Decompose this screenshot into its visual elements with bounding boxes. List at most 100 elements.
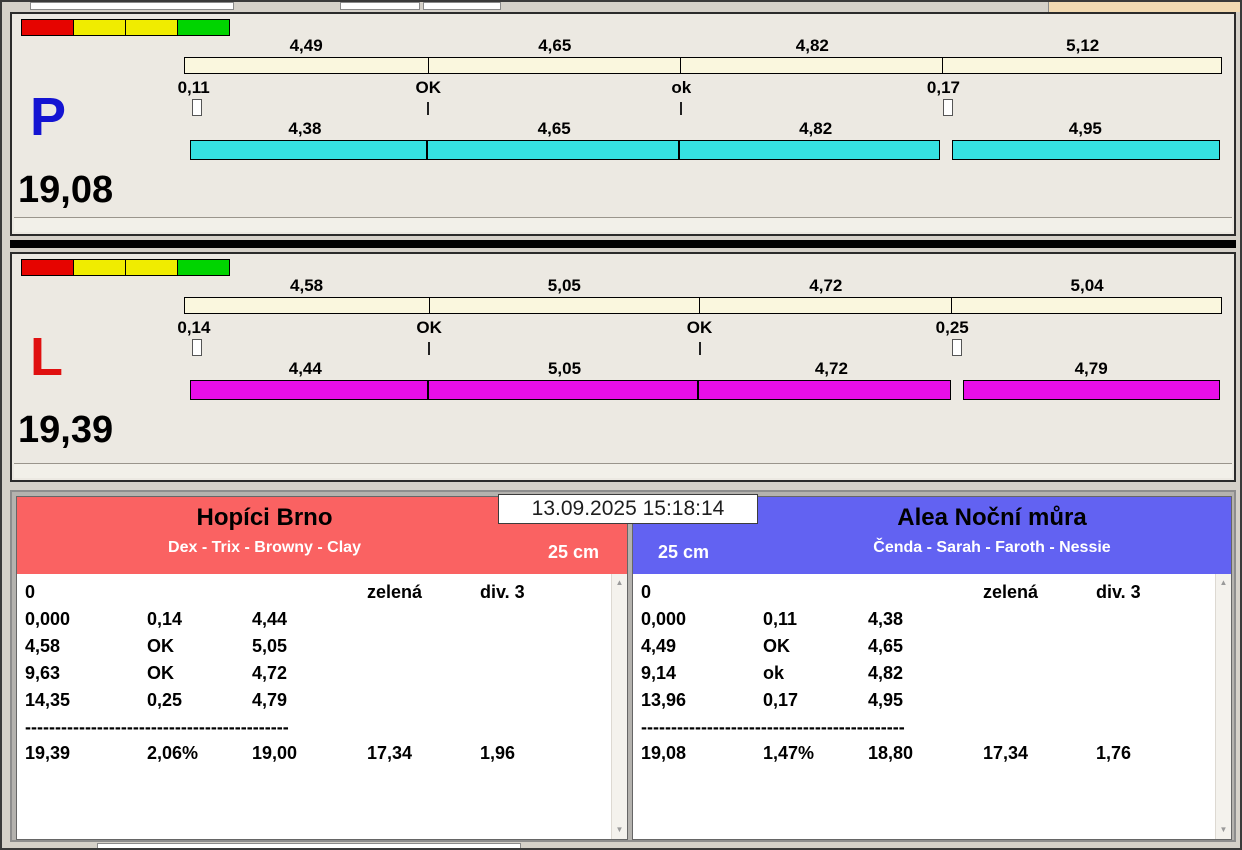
lane-status-strip [14, 217, 1232, 232]
split-time-bottom: 5,05 [547, 359, 582, 378]
progress-segment [427, 140, 679, 160]
progress-segment [698, 380, 952, 400]
change-indicators-row [184, 99, 1222, 118]
window-fragment [30, 2, 234, 10]
change-time-indicator [192, 99, 202, 116]
result-cell: 2,06% [147, 743, 199, 763]
team-panel-right: Alea Noční můra Čenda - Sarah - Faroth -… [632, 496, 1232, 840]
result-cell: 1,47% [763, 743, 815, 763]
change-time-indicator [952, 339, 963, 356]
result-cell [983, 609, 1096, 636]
change-time-indicator [943, 99, 954, 116]
split-time-top: 5,12 [1066, 36, 1100, 55]
lane-progress-bar [190, 140, 1220, 160]
lane-divider [10, 240, 1236, 248]
start-light-green [177, 259, 230, 276]
scroll-down-icon[interactable]: ▼ [1216, 823, 1231, 837]
lane-panel-p: P 4,49 4,65 4,82 5,12 0,11 OK ok 0,17 4,38 4,65… [10, 12, 1236, 236]
result-cell: zelená [367, 582, 423, 602]
result-row: 4,49 OK 4,65 [641, 636, 1207, 663]
window-fragment [97, 843, 521, 848]
change-marks-row: 0,11 OK ok 0,17 [178, 78, 1222, 97]
change-mark: 0,14 [177, 318, 211, 337]
result-row: 0 zelená div. 3 [25, 582, 603, 609]
vertical-scrollbar[interactable]: ▲ ▼ [611, 574, 627, 839]
ok-tick-icon [427, 102, 430, 115]
progress-segment [190, 140, 428, 160]
split-time-bottom: 4,44 [288, 359, 322, 378]
result-cell [983, 636, 1096, 663]
separator-line: ----------------------------------------… [641, 717, 905, 737]
lane-letter: L [30, 327, 63, 387]
scale-segment [185, 298, 430, 313]
result-cell: OK [763, 636, 790, 656]
scroll-down-icon[interactable]: ▼ [612, 823, 627, 837]
team-panel-left: Hopíci Brno Dex - Trix - Browny - Clay 2… [16, 496, 628, 840]
result-cell: 13,96 [641, 690, 687, 710]
start-light-yellow-2 [125, 19, 178, 36]
start-light-red [21, 19, 74, 36]
scale-segment [185, 58, 429, 73]
change-indicators-row [184, 339, 1222, 358]
result-cell: 0 [25, 582, 36, 602]
team-results-area[interactable]: 0 zelená div. 3 0,000 0,14 4,44 4,58 OK 5,05 9,63… [17, 574, 627, 839]
result-cell [252, 582, 367, 609]
result-cell [367, 663, 480, 690]
result-row: 0,000 0,14 4,44 [25, 609, 603, 636]
scroll-up-icon[interactable]: ▲ [612, 576, 627, 590]
results-section: Hopíci Brno Dex - Trix - Browny - Clay 2… [10, 490, 1236, 842]
scroll-up-icon[interactable]: ▲ [1216, 576, 1231, 590]
change-mark: 0,25 [935, 318, 969, 337]
split-time-top: 4,58 [290, 276, 324, 295]
split-time-bottom: 4,95 [1068, 119, 1102, 138]
change-mark: OK [686, 318, 713, 337]
start-lights [21, 19, 230, 36]
result-row: 14,35 0,25 4,79 [25, 690, 603, 717]
separator-line: ----------------------------------------… [25, 717, 289, 737]
result-cell [1096, 609, 1207, 636]
result-cell: 17,34 [983, 743, 1029, 763]
result-cell: 18,80 [868, 743, 914, 763]
start-lights [21, 259, 230, 276]
progress-segment [427, 380, 699, 400]
result-row: 0 zelená div. 3 [641, 582, 1207, 609]
split-time-top: 5,04 [1070, 276, 1104, 295]
results-rows: 0 zelená div. 3 0,000 0,14 4,44 4,58 OK 5,05 9,63… [17, 574, 627, 770]
result-cell: 0,25 [147, 690, 183, 710]
start-light-yellow-1 [73, 19, 126, 36]
result-row: 9,63 OK 4,72 [25, 663, 603, 690]
result-cell: 9,63 [25, 663, 61, 683]
total-row: 19,08 1,47% 18,80 17,34 1,76 [641, 743, 1207, 770]
progress-segment [678, 140, 940, 160]
result-cell [1096, 663, 1207, 690]
result-cell [367, 636, 480, 663]
split-time-bottom: 4,79 [1074, 359, 1108, 378]
result-cell: zelená [983, 582, 1039, 602]
progress-segment [963, 380, 1220, 400]
result-cell: OK [147, 636, 174, 656]
result-cell [480, 690, 603, 717]
vertical-scrollbar[interactable]: ▲ ▼ [1215, 574, 1231, 839]
jump-height-badge: 25 cm [547, 542, 599, 562]
result-cell [1096, 690, 1207, 717]
result-cell: 4,38 [868, 609, 904, 629]
result-cell: 19,00 [252, 743, 298, 763]
change-mark: OK [415, 78, 442, 97]
split-time-bottom: 4,65 [537, 119, 571, 138]
split-time-bottom: 4,72 [814, 359, 848, 378]
result-cell: 0,14 [147, 609, 183, 629]
result-cell: div. 3 [480, 582, 525, 602]
result-cell [147, 582, 252, 609]
ok-tick-icon [428, 342, 431, 355]
change-mark: 0,17 [926, 78, 960, 97]
split-times-bottom-row: 4,38 4,65 4,82 4,95 [184, 119, 1222, 138]
result-cell [983, 690, 1096, 717]
result-cell [1096, 636, 1207, 663]
window-fragment [423, 2, 501, 10]
window-fragment [340, 2, 420, 10]
result-cell: 4,82 [868, 663, 904, 683]
result-cell: OK [147, 663, 174, 683]
team-results-area[interactable]: 0 zelená div. 3 0,000 0,11 4,38 4,49 OK 4,65 9,14… [633, 574, 1231, 839]
split-time-top: 5,05 [547, 276, 581, 295]
result-cell: 19,39 [25, 743, 71, 763]
